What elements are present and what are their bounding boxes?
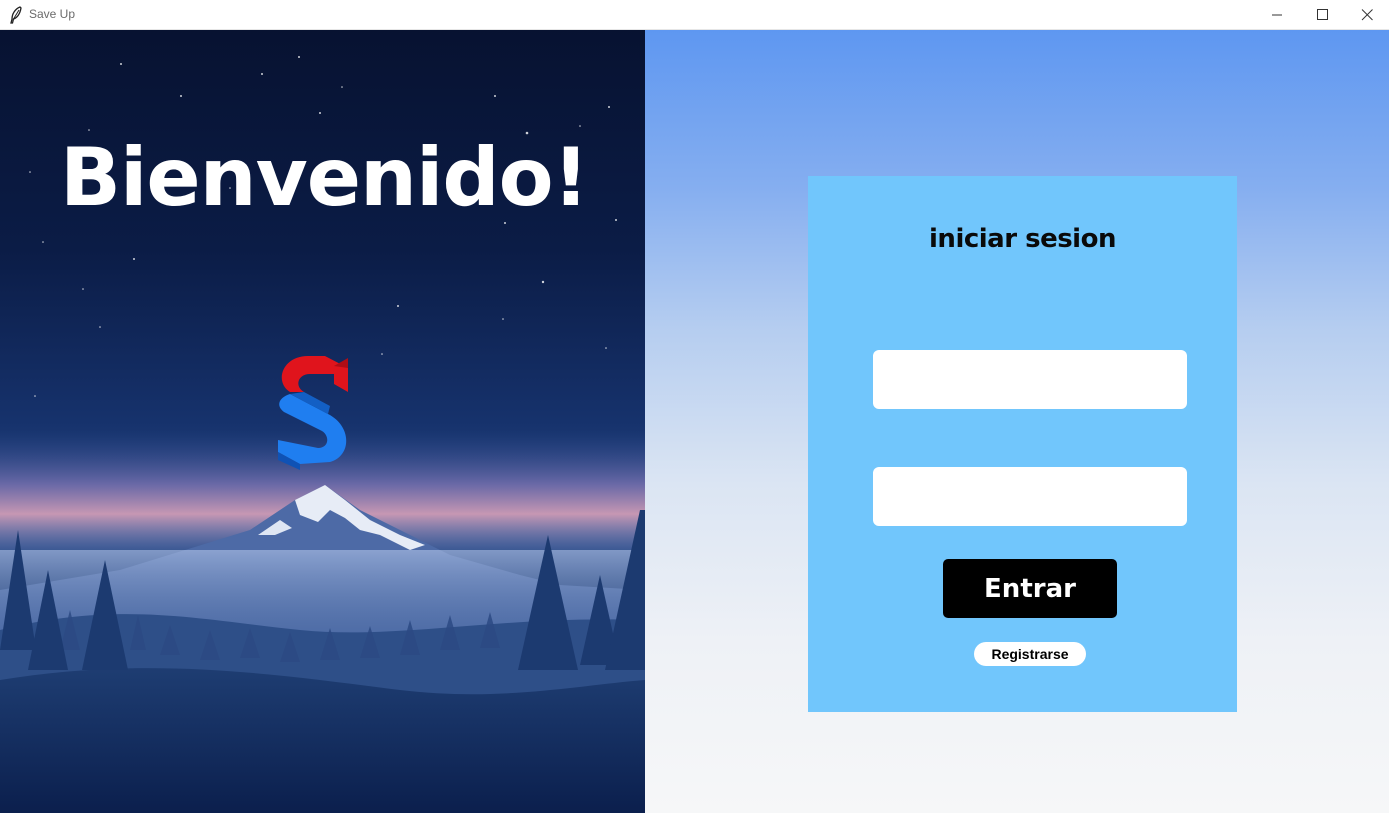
close-icon — [1361, 9, 1373, 21]
window-title-bar: Save Up — [0, 0, 1389, 30]
save-up-logo-icon — [278, 356, 348, 470]
minimize-icon — [1272, 14, 1282, 16]
login-card: iniciar sesion Entrar Registrarse — [808, 176, 1237, 712]
register-button[interactable]: Registrarse — [974, 642, 1086, 666]
login-title: iniciar sesion — [929, 224, 1116, 254]
window-title: Save Up — [29, 7, 76, 21]
maximize-icon — [1317, 9, 1328, 20]
password-input[interactable] — [873, 467, 1187, 526]
login-panel: iniciar sesion Entrar Registrarse — [645, 30, 1389, 813]
maximize-button[interactable] — [1299, 0, 1345, 30]
feather-icon — [10, 6, 22, 24]
username-input[interactable] — [873, 350, 1187, 409]
welcome-heading: Bienvenido! — [60, 131, 589, 224]
enter-button[interactable]: Entrar — [943, 559, 1117, 618]
welcome-panel: Bienvenido! — [0, 30, 645, 813]
close-button[interactable] — [1344, 0, 1389, 30]
minimize-button[interactable] — [1254, 0, 1300, 30]
